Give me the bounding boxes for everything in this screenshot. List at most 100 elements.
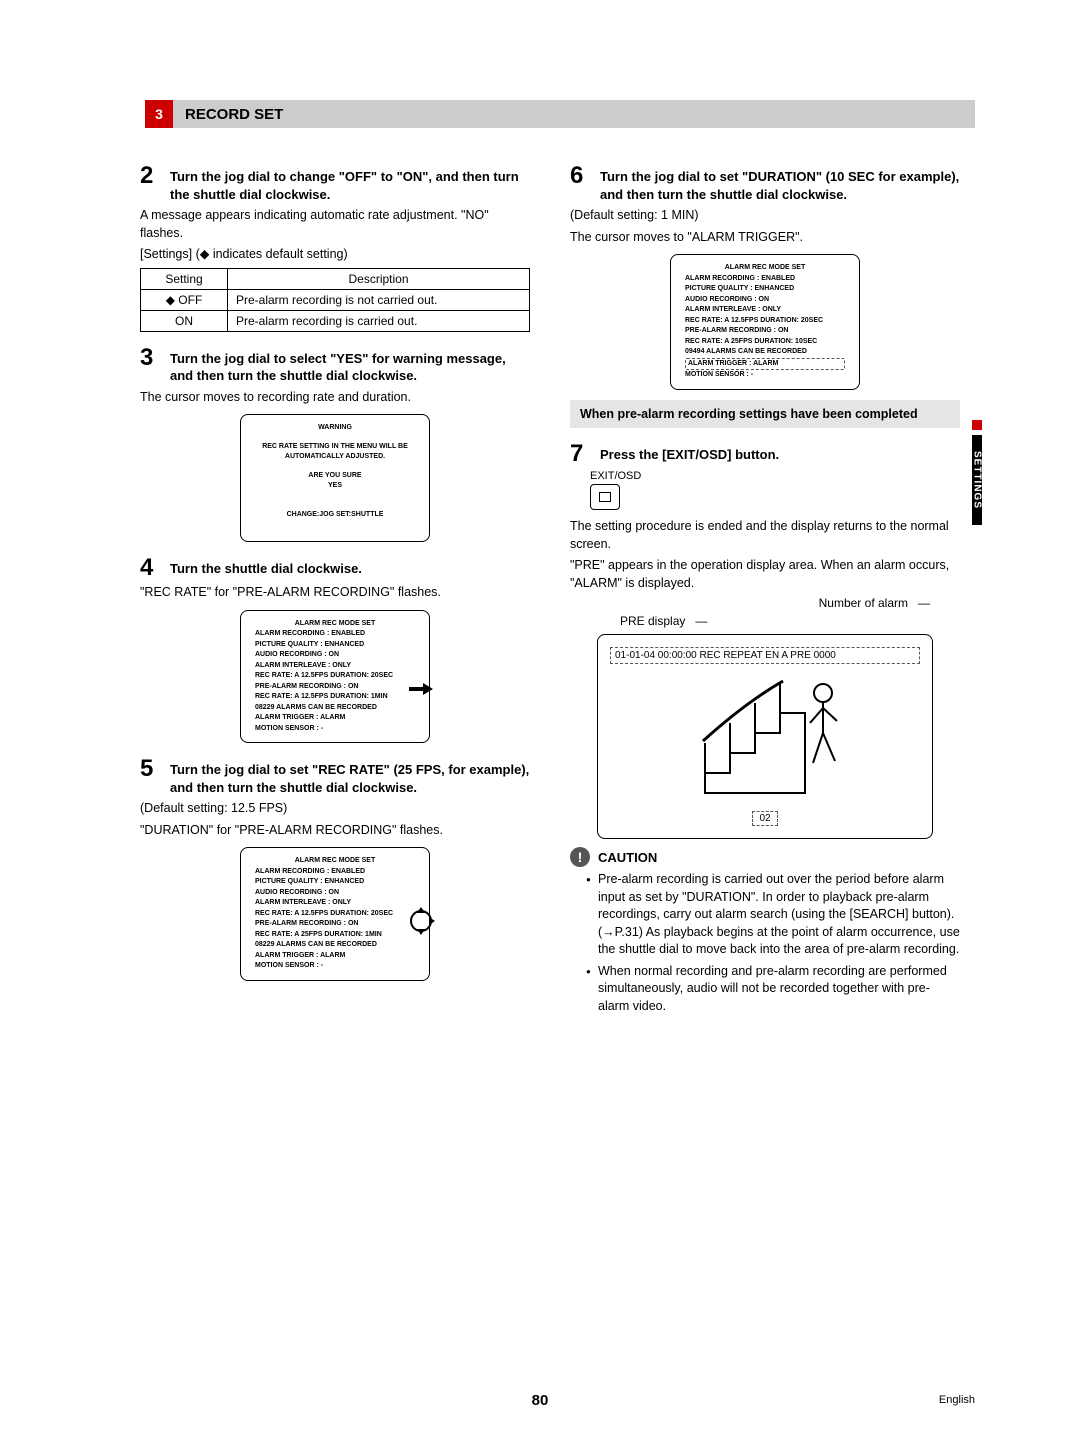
osd-line: 09494 ALARMS CAN BE RECORDED [685,347,845,358]
step-title: Press the [EXIT/OSD] button. [600,442,779,466]
section-number: 3 [145,100,173,128]
osd-line: ALARM TRIGGER : ALARM [255,713,415,724]
osd-line: REC RATE: A 12.5FPS DURATION: 20SEC [685,316,845,327]
section-header: 3 RECORD SET [145,100,975,128]
step-number: 4 [140,556,160,580]
language-label: English [939,1394,975,1406]
osd-line: MOTION SENSOR : - [685,370,845,381]
osd-line: PRE-ALARM RECORDING : ON [685,326,845,337]
osd-line: ALARM TRIGGER : ALARM [255,951,415,962]
alarm-count: 02 [752,811,777,826]
step-title: Turn the jog dial to set "REC RATE" (25 … [170,757,530,796]
osd-line: 08229 ALARMS CAN BE RECORDED [255,703,415,714]
osd-line: ALARM REC MODE SET [255,856,415,867]
dial-icon [403,903,439,939]
osd-line: PICTURE QUALITY : ENHANCED [255,640,415,651]
step-number: 5 [140,757,160,796]
number-of-alarm-label: Number of alarm [819,596,908,610]
monitor-labels: PRE display — [570,614,960,628]
monitor-status-line: 01-01-04 00:00:00 REC REPEAT EN A PRE 00… [610,647,920,664]
table-header-description: Description [228,268,530,289]
step-number: 7 [570,442,590,466]
caution-icon: ! [570,847,590,867]
settings-table: Setting Description ◆ OFF Pre-alarm reco… [140,268,530,332]
osd-line: ARE YOU SURE [255,471,415,482]
monitor-labels: Number of alarm — [570,596,960,610]
completed-box: When pre-alarm recording settings have b… [570,400,960,429]
osd-line: MOTION SENSOR : - [255,724,415,735]
osd-line: REC RATE: A 12.5FPS DURATION: 20SEC [255,671,415,682]
osd-line: PICTURE QUALITY : ENHANCED [255,877,415,888]
osd-line: ALARM INTERLEAVE : ONLY [685,305,845,316]
osd-line: WARNING [255,423,415,434]
osd-line: REC RATE: A 25FPS DURATION: 1MIN [255,930,415,941]
table-header-setting: Setting [141,268,228,289]
step-4: 4 Turn the shuttle dial clockwise. [140,556,530,580]
osd-line: AUDIO RECORDING : ON [255,650,415,661]
caution-item: Pre-alarm recording is carried out over … [586,871,960,959]
step-number: 3 [140,346,160,385]
step-7-body-2: "PRE" appears in the operation display a… [570,557,960,592]
osd-line: AUDIO RECORDING : ON [255,888,415,899]
osd-line-highlighted: ALARM TRIGGER : ALARM [685,358,845,371]
step-6: 6 Turn the jog dial to set "DURATION" (1… [570,164,960,203]
step-5-default: (Default setting: 12.5 FPS) [140,800,530,818]
osd-line: REC RATE: A 12.5FPS DURATION: 1MIN [255,692,415,703]
monitor-illustration [610,670,920,805]
settings-note: [Settings] (◆ indicates default setting) [140,246,530,264]
step-4-body: "REC RATE" for "PRE-ALARM RECORDING" fla… [140,584,530,602]
monitor-figure: 01-01-04 00:00:00 REC REPEAT EN A PRE 00… [597,634,933,839]
caution-heading: ! CAUTION [570,847,960,867]
step-6-default: (Default setting: 1 MIN) [570,207,960,225]
osd-line: REC RATE SETTING IN THE MENU WILL BE [255,442,415,453]
caution-item: When normal recording and pre-alarm reco… [586,963,960,1016]
osd-line: AUTOMATICALLY ADJUSTED. [255,452,415,463]
osd-line: ALARM RECORDING : ENABLED [685,274,845,285]
exit-osd-label: EXIT/OSD [590,470,960,482]
osd-line: AUDIO RECORDING : ON [685,295,845,306]
step-5: 5 Turn the jog dial to set "REC RATE" (2… [140,757,530,796]
osd-alarm-box: ALARM REC MODE SET ALARM RECORDING : ENA… [240,847,430,981]
osd-line: PRE-ALARM RECORDING : ON [255,682,415,693]
step-title: Turn the jog dial to select "YES" for wa… [170,346,530,385]
osd-line: 08229 ALARMS CAN BE RECORDED [255,940,415,951]
hand-pointer-icon [407,675,435,699]
osd-line: ALARM INTERLEAVE : ONLY [255,898,415,909]
step-7: 7 Press the [EXIT/OSD] button. [570,442,960,466]
osd-line: ALARM REC MODE SET [255,619,415,630]
step-3: 3 Turn the jog dial to select "YES" for … [140,346,530,385]
step-title: Turn the jog dial to set "DURATION" (10 … [600,164,960,203]
osd-line: PICTURE QUALITY : ENHANCED [685,284,845,295]
osd-line: ALARM INTERLEAVE : ONLY [255,661,415,672]
exit-osd-button-icon [590,484,620,510]
step-2: 2 Turn the jog dial to change "OFF" to "… [140,164,530,203]
caution-title: CAUTION [598,850,657,865]
osd-warning-box: WARNING REC RATE SETTING IN THE MENU WIL… [240,414,430,542]
osd-line: ALARM REC MODE SET [685,263,845,274]
osd-alarm-box: ALARM REC MODE SET ALARM RECORDING : ENA… [240,610,430,744]
osd-line: PRE-ALARM RECORDING : ON [255,919,415,930]
step-number: 6 [570,164,590,203]
osd-line: ALARM RECORDING : ENABLED [255,629,415,640]
section-title: RECORD SET [185,106,283,123]
step-3-body: The cursor moves to recording rate and d… [140,389,530,407]
osd-line: MOTION SENSOR : - [255,961,415,972]
step-2-body: A message appears indicating automatic r… [140,207,530,242]
step-number: 2 [140,164,160,203]
osd-alarm-box: ALARM REC MODE SET ALARM RECORDING : ENA… [670,254,860,390]
step-6-body: The cursor moves to "ALARM TRIGGER". [570,229,960,247]
osd-line: REC RATE: A 12.5FPS DURATION: 20SEC [255,909,415,920]
osd-line: REC RATE: A 25FPS DURATION: 10SEC [685,337,845,348]
step-7-body-1: The setting procedure is ended and the d… [570,518,960,553]
caution-list: Pre-alarm recording is carried out over … [570,871,960,1015]
table-cell: ON [141,310,228,331]
step-5-body: "DURATION" for "PRE-ALARM RECORDING" fla… [140,822,530,840]
step-title: Turn the jog dial to change "OFF" to "ON… [170,164,530,203]
pre-display-label: PRE display [620,614,685,628]
table-cell: Pre-alarm recording is not carried out. [228,289,530,310]
osd-line: CHANGE:JOG SET:SHUTTLE [255,510,415,521]
table-cell: Pre-alarm recording is carried out. [228,310,530,331]
step-title: Turn the shuttle dial clockwise. [170,556,362,580]
osd-line: ALARM RECORDING : ENABLED [255,867,415,878]
table-cell: ◆ OFF [141,289,228,310]
